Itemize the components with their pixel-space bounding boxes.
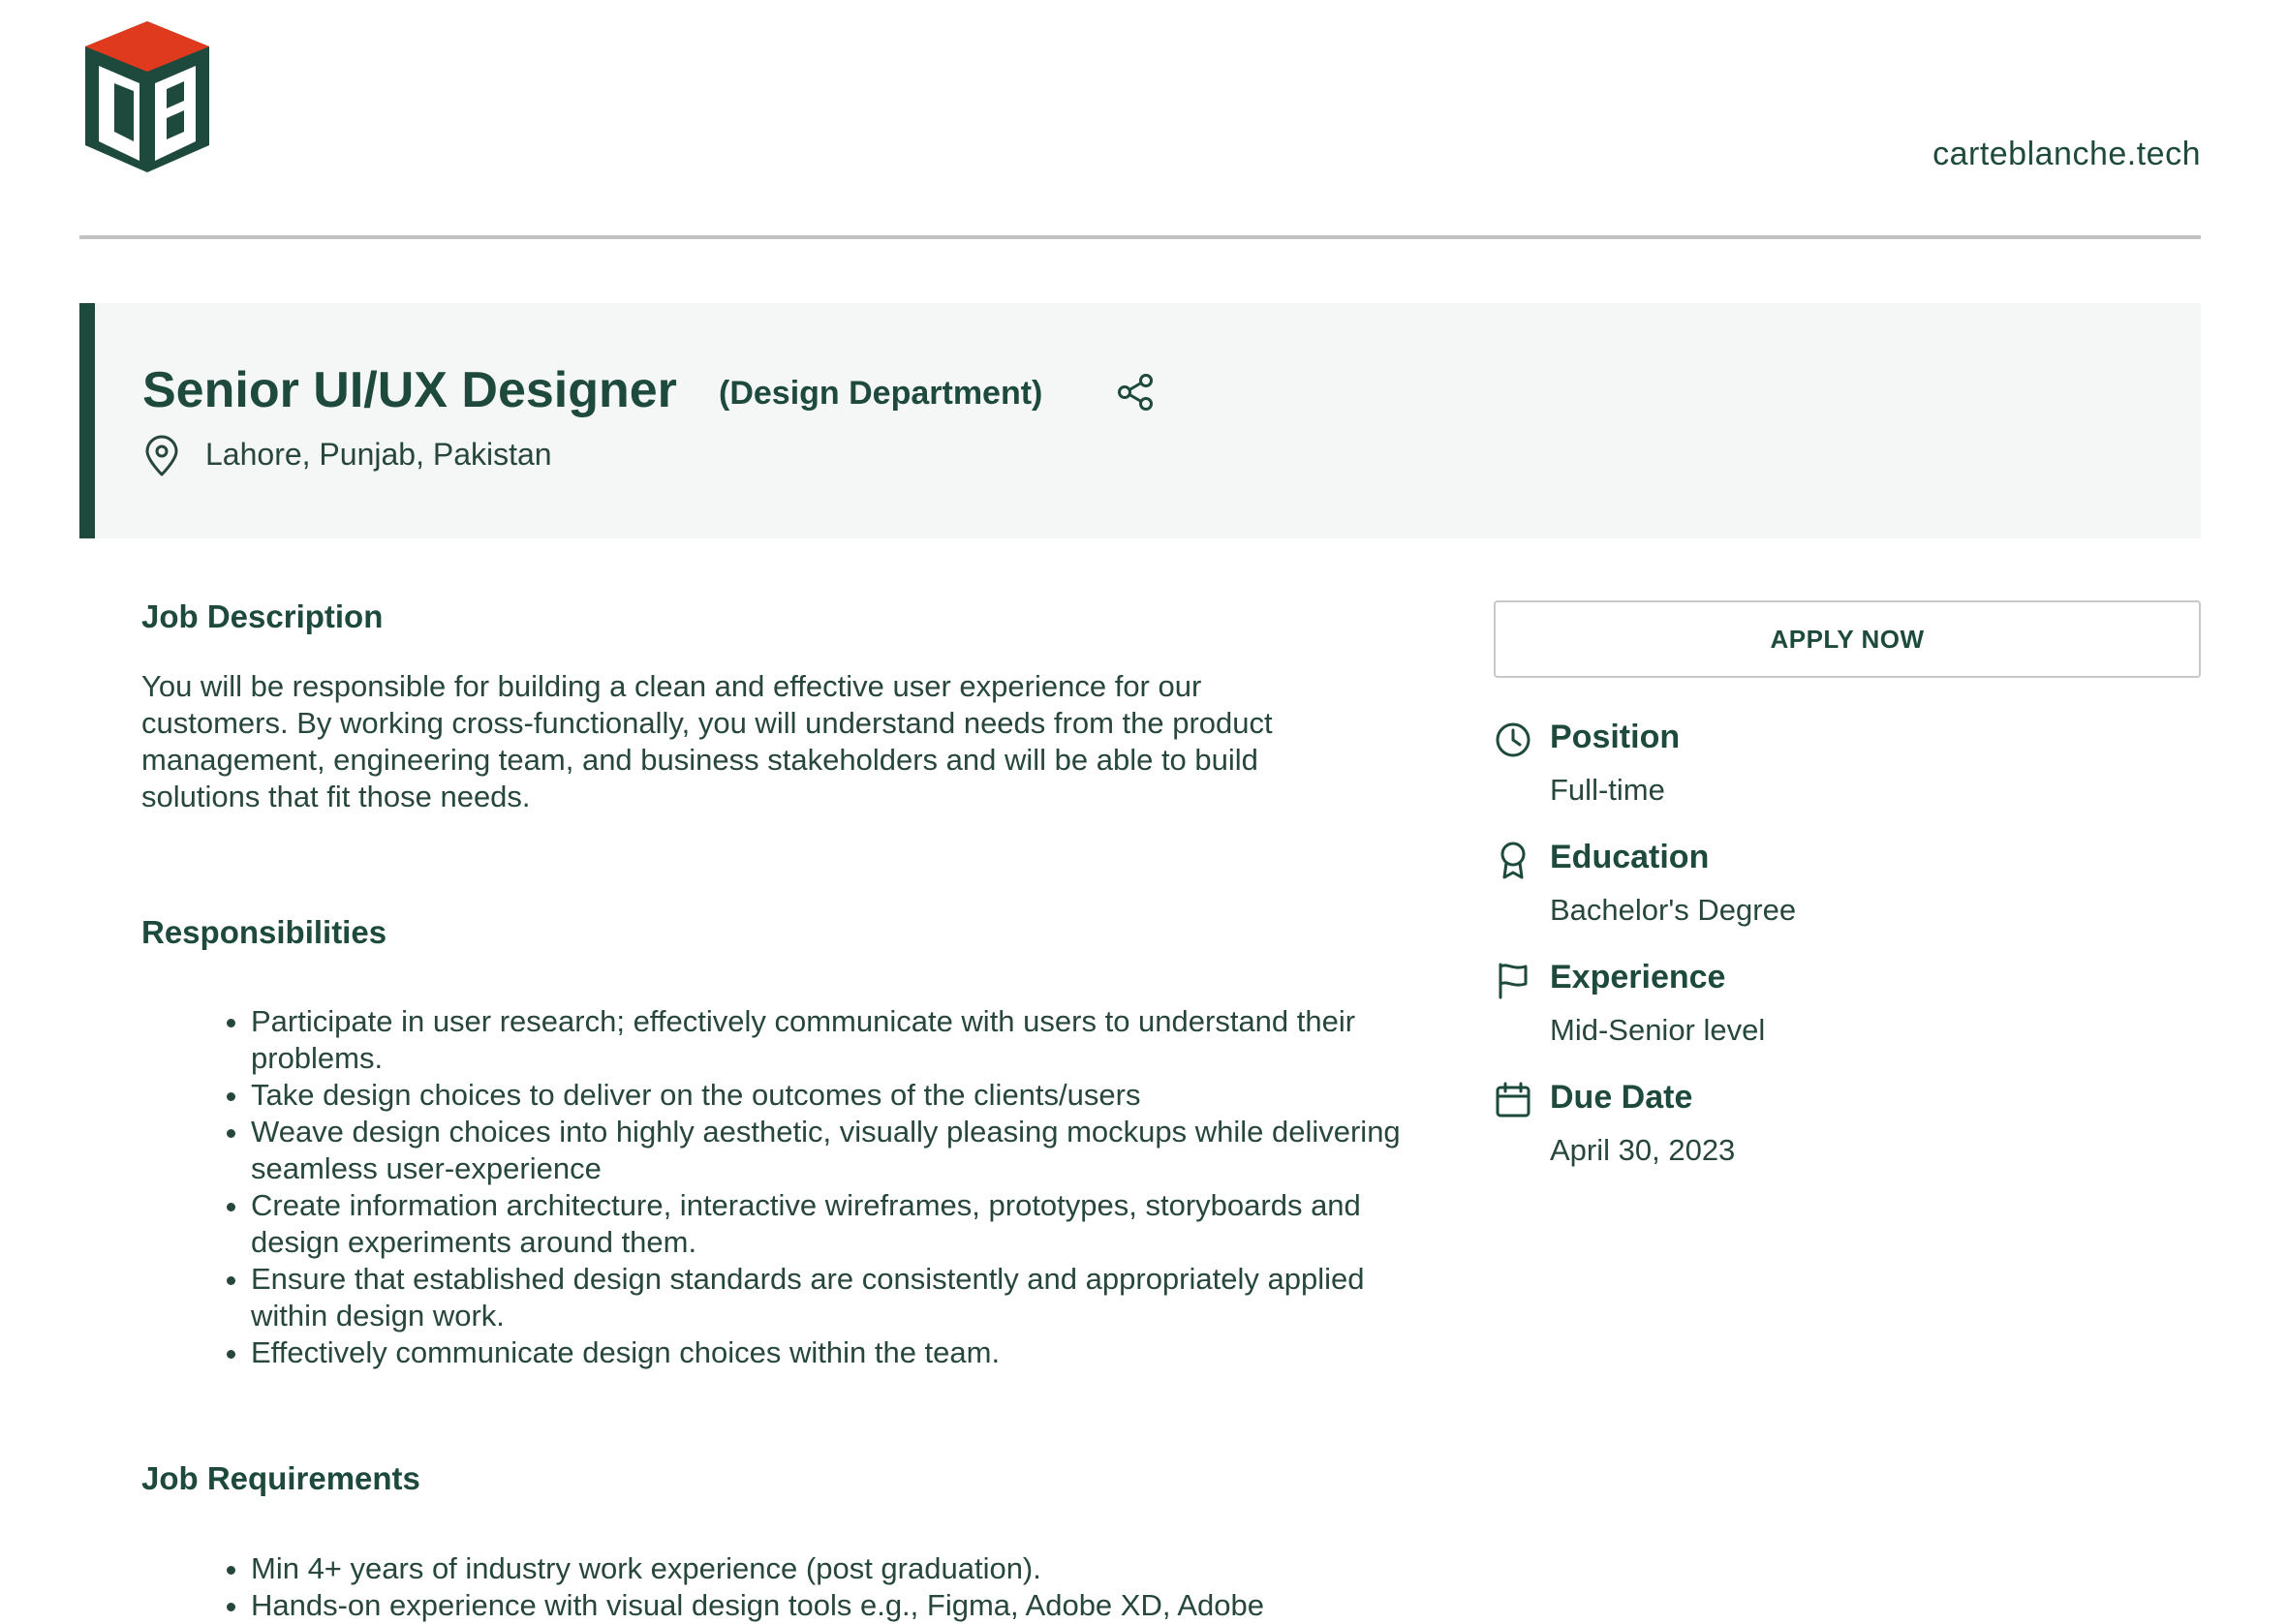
share-icon[interactable] xyxy=(1115,371,1158,414)
header-divider xyxy=(79,235,2201,239)
apply-now-button[interactable]: APPLY NOW xyxy=(1494,600,2201,678)
clock-icon xyxy=(1496,722,1530,757)
due-date-label: Due Date xyxy=(1550,1079,1693,1116)
requirements-list: Min 4+ years of industry work experience… xyxy=(141,1550,1510,1624)
responsibilities-heading: Responsibilities xyxy=(141,914,387,950)
responsibilities-list: Participate in user research; effectivel… xyxy=(141,1003,1413,1371)
calendar-icon xyxy=(1496,1082,1530,1118)
education-label: Education xyxy=(1550,839,1710,875)
list-item: Min 4+ years of industry work experience… xyxy=(251,1550,1510,1587)
location-pin-icon xyxy=(145,435,178,476)
list-item: Effectively communicate design choices w… xyxy=(251,1334,1413,1371)
job-banner: Senior UI/UX Designer (Design Department… xyxy=(79,303,2201,538)
position-label: Position xyxy=(1550,719,1681,755)
page-header: carteblanche.tech xyxy=(79,17,2201,240)
list-item: Hands-on experience with visual design t… xyxy=(251,1587,1510,1624)
job-title: Senior UI/UX Designer xyxy=(142,362,677,418)
website-link[interactable]: carteblanche.tech xyxy=(1932,136,2201,173)
award-icon xyxy=(1500,842,1526,879)
job-department: (Design Department) xyxy=(719,375,1043,412)
job-requirements-heading: Job Requirements xyxy=(141,1460,420,1496)
experience-value: Mid-Senior level xyxy=(1550,1013,1766,1047)
position-detail: Position Full-time xyxy=(1494,719,2172,825)
experience-detail: Experience Mid-Senior level xyxy=(1494,959,2172,1065)
job-description-heading: Job Description xyxy=(141,598,384,634)
list-item: Take design choices to deliver on the ou… xyxy=(251,1077,1413,1114)
education-detail: Education Bachelor's Degree xyxy=(1494,839,2172,945)
list-item: Ensure that established design standards… xyxy=(251,1261,1413,1334)
position-value: Full-time xyxy=(1550,773,1665,807)
list-item: Create information architecture, interac… xyxy=(251,1187,1413,1261)
carteblanche-logo[interactable] xyxy=(79,17,215,177)
job-description-text: You will be responsible for building a c… xyxy=(141,669,1273,813)
list-item: Weave design choices into highly aesthet… xyxy=(251,1114,1413,1187)
experience-label: Experience xyxy=(1550,959,1726,996)
list-item: Participate in user research; effectivel… xyxy=(251,1003,1413,1077)
due-date-detail: Due Date April 30, 2023 xyxy=(1494,1079,2172,1185)
job-location: Lahore, Punjab, Pakistan xyxy=(205,437,552,472)
flag-icon xyxy=(1499,963,1528,999)
due-date-value: April 30, 2023 xyxy=(1550,1133,1736,1167)
education-value: Bachelor's Degree xyxy=(1550,893,1797,927)
